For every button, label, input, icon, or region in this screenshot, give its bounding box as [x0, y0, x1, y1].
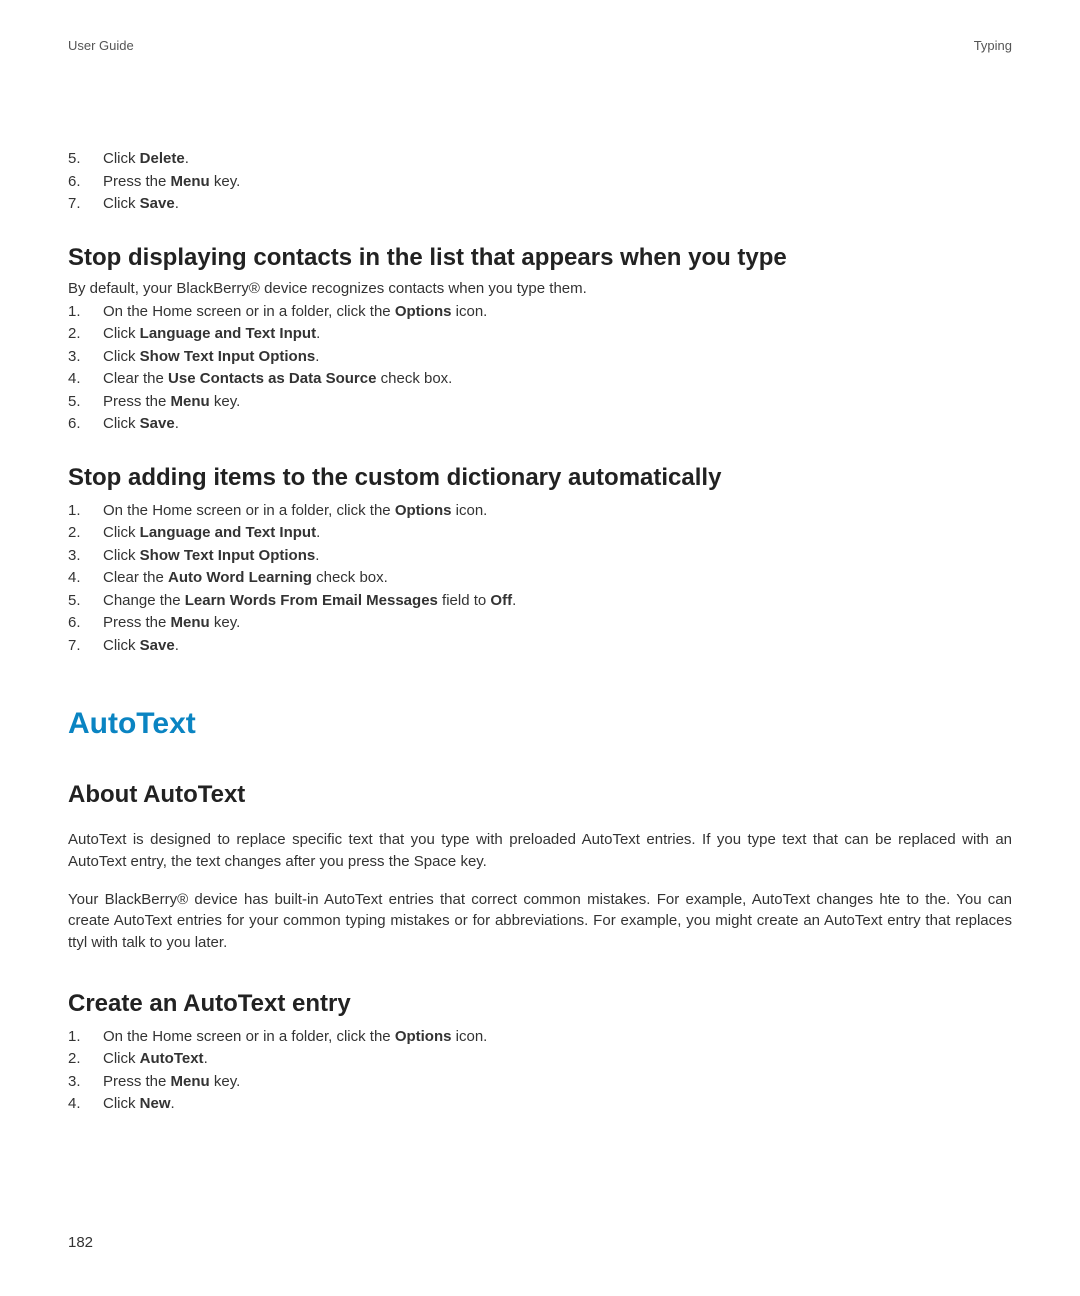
header-right: Typing: [974, 38, 1012, 53]
list-item: Clear the Auto Word Learning check box.: [68, 567, 1012, 590]
list-item: Press the Menu key.: [68, 391, 1012, 414]
list-item: Clear the Use Contacts as Data Source ch…: [68, 368, 1012, 391]
steps-list-create: On the Home screen or in a folder, click…: [68, 1026, 1012, 1116]
list-item: Click Show Text Input Options.: [68, 545, 1012, 568]
list-item: Click Language and Text Input.: [68, 522, 1012, 545]
list-item: Click Save.: [68, 413, 1012, 436]
about-autotext-heading: About AutoText: [68, 781, 1012, 809]
autotext-main-heading: AutoText: [68, 707, 1012, 741]
list-item: On the Home screen or in a folder, click…: [68, 301, 1012, 324]
section-heading-contacts: Stop displaying contacts in the list tha…: [68, 244, 1012, 272]
list-item: Press the Menu key.: [68, 1071, 1012, 1094]
list-item: Click Delete.: [68, 148, 1012, 171]
list-item: Click Language and Text Input.: [68, 323, 1012, 346]
steps-list-dictionary: On the Home screen or in a folder, click…: [68, 500, 1012, 658]
list-item: Change the Learn Words From Email Messag…: [68, 590, 1012, 613]
continuation-list: Click Delete.Press the Menu key.Click Sa…: [68, 148, 1012, 216]
section-intro: By default, your BlackBerry® device reco…: [68, 280, 1012, 297]
list-item: Click AutoText.: [68, 1048, 1012, 1071]
create-autotext-heading: Create an AutoText entry: [68, 990, 1012, 1018]
list-item: Click Show Text Input Options.: [68, 346, 1012, 369]
list-item: Click New.: [68, 1093, 1012, 1116]
list-item: Press the Menu key.: [68, 171, 1012, 194]
section-heading-dictionary: Stop adding items to the custom dictiona…: [68, 464, 1012, 492]
autotext-para-2: Your BlackBerry® device has built-in Aut…: [68, 889, 1012, 954]
page-number: 182: [68, 1234, 93, 1251]
autotext-para-1: AutoText is designed to replace specific…: [68, 829, 1012, 873]
list-item: On the Home screen or in a folder, click…: [68, 500, 1012, 523]
list-item: Press the Menu key.: [68, 612, 1012, 635]
list-item: On the Home screen or in a folder, click…: [68, 1026, 1012, 1049]
page-header: User Guide Typing: [68, 38, 1012, 53]
steps-list-contacts: On the Home screen or in a folder, click…: [68, 301, 1012, 436]
list-item: Click Save.: [68, 635, 1012, 658]
header-left: User Guide: [68, 38, 134, 53]
list-item: Click Save.: [68, 193, 1012, 216]
